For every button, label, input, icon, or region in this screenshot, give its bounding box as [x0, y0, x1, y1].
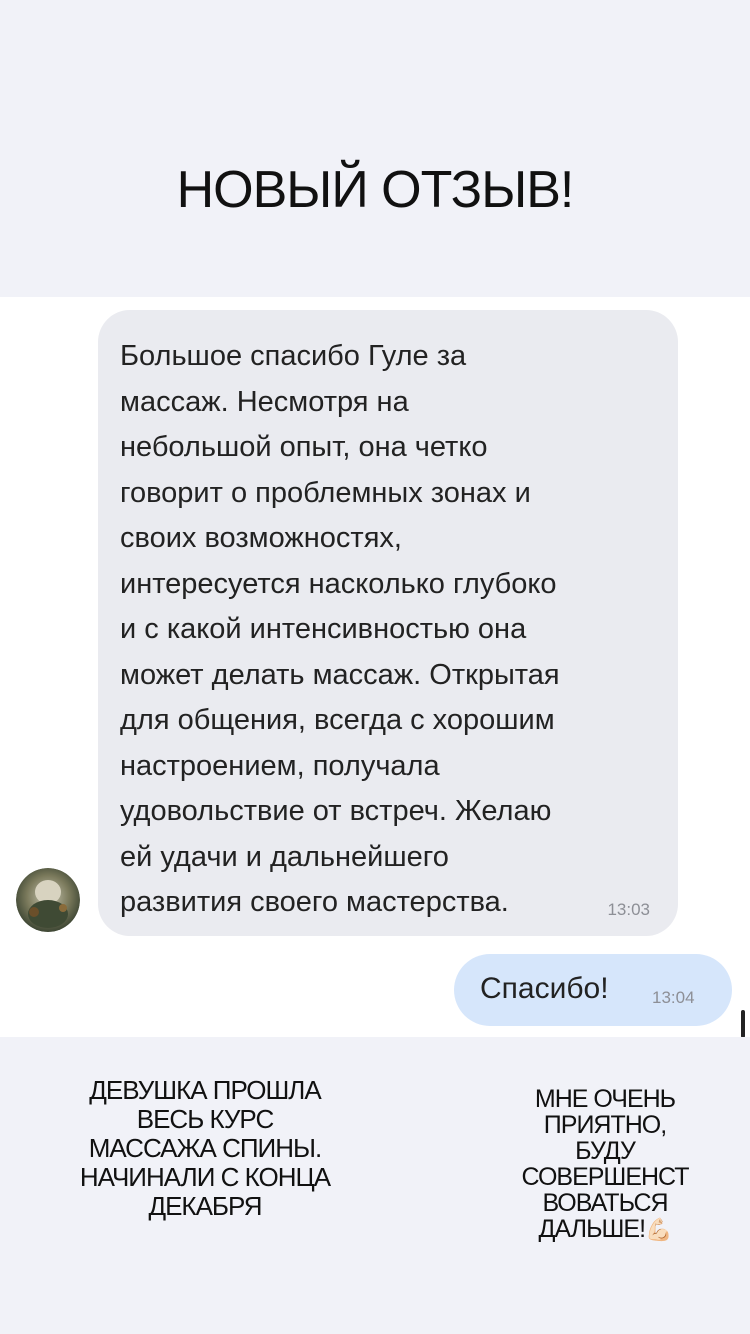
header-band: [0, 0, 750, 297]
incoming-message-text: Большое спасибо Гуле за массаж. Несмотря…: [120, 340, 560, 918]
caption-left: ДЕВУШКА ПРОШЛА ВЕСЬ КУРС МАССАЖА СПИНЫ. …: [79, 1075, 331, 1221]
user-avatar-icon: [16, 868, 80, 932]
page-title: НОВЫЙ ОТЗЫВ!: [176, 161, 575, 219]
caption-right: МНЕ ОЧЕНЬ ПРИЯТНО, БУДУ СОВЕРШЕНСТ ВОВАТ…: [500, 1086, 710, 1243]
avatar[interactable]: [16, 868, 80, 932]
flexed-arm-icon: 💪🏻: [645, 1217, 672, 1242]
incoming-message-bubble[interactable]: Большое спасибо Гуле за массаж. Несмотря…: [98, 310, 678, 936]
outgoing-message-bubble[interactable]: Спасибо! 13:04: [454, 954, 732, 1026]
outgoing-message-time: 13:04: [652, 988, 695, 1007]
outgoing-message-text: Спасибо!: [480, 972, 609, 1005]
incoming-message-time: 13:03: [607, 900, 650, 919]
scrollbar[interactable]: [741, 1010, 745, 1038]
